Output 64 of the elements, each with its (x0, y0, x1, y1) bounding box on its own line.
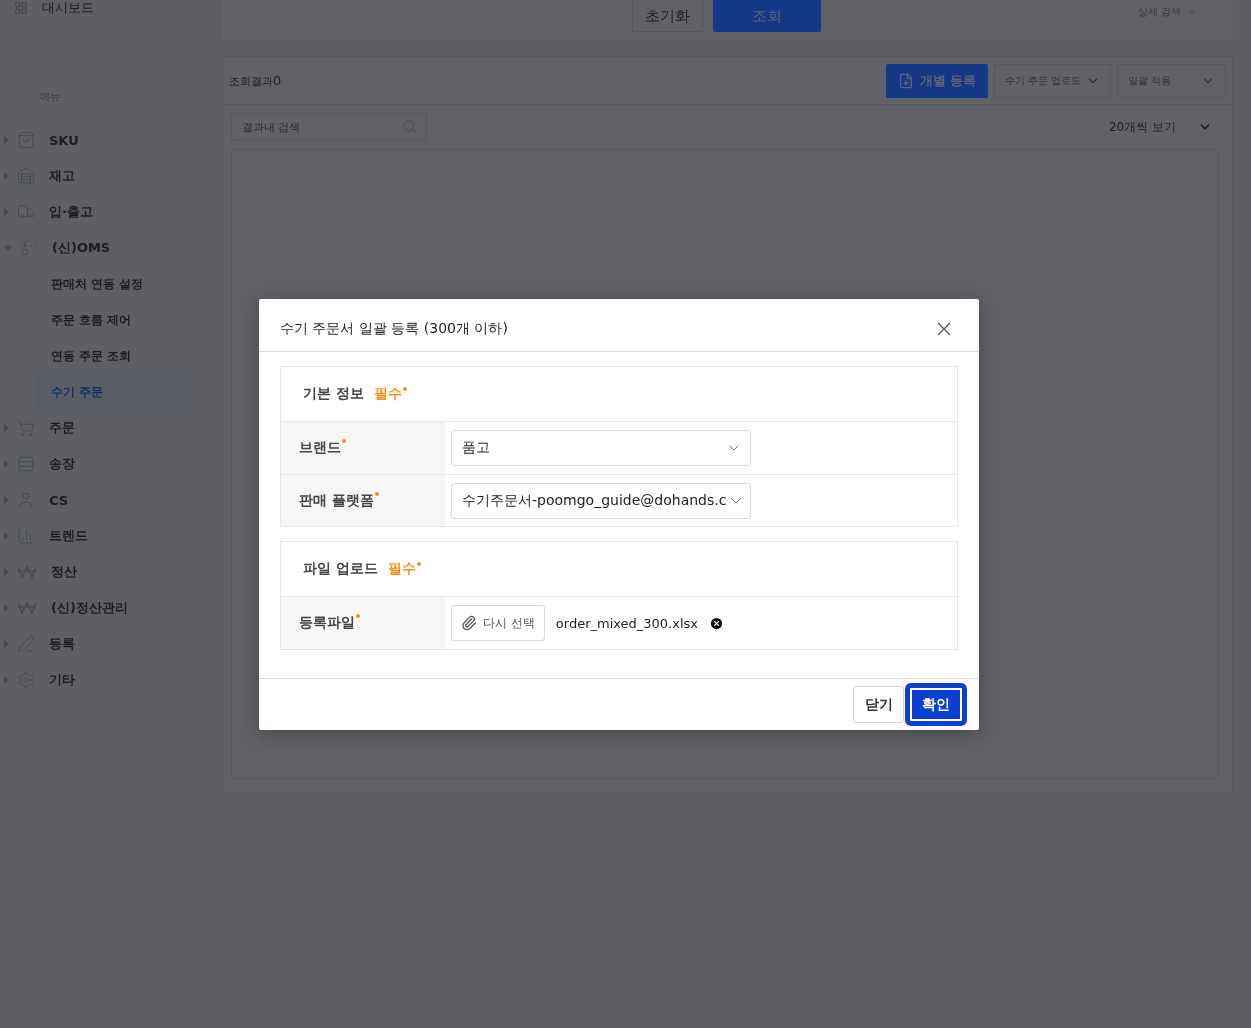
swap-icon (20, 239, 38, 257)
caret-icon (4, 568, 9, 576)
field-label: 등록파일 (299, 614, 355, 632)
sidebar-item[interactable]: (신)OMS (0, 230, 222, 266)
settings-icon (17, 671, 35, 689)
submenu-item[interactable]: 수기 주문 (36, 376, 190, 408)
caret-icon (4, 460, 9, 468)
caret-icon (4, 676, 9, 684)
submenu-item[interactable]: 주문 흐름 제어 (36, 304, 190, 336)
paperclip-icon (461, 615, 477, 631)
caret-icon (4, 496, 9, 504)
caret-icon (4, 604, 9, 612)
select-field[interactable]: 품고 (451, 430, 751, 466)
required-dot (402, 387, 407, 391)
field-label: 판매 플랫폼 (299, 491, 374, 510)
caret-icon (4, 245, 12, 251)
sidebar-item[interactable]: CS (0, 482, 222, 518)
cart-icon (17, 419, 35, 437)
required-dot (416, 562, 421, 566)
search-button[interactable]: 조회 (713, 0, 821, 32)
truck-icon (17, 203, 35, 221)
bag-icon (17, 131, 35, 149)
caret-icon (4, 208, 9, 216)
close-dialog-button[interactable]: 닫기 (853, 686, 904, 723)
section-title: 기본 정보 (303, 385, 364, 403)
sidebar-item[interactable]: 정산 (0, 554, 222, 590)
file-plus-icon (897, 72, 914, 89)
reset-button[interactable]: 초기화 (632, 0, 703, 32)
chevron-down-icon (1187, 7, 1197, 17)
page-size-dropdown[interactable]: 20개씩 보기 (1102, 117, 1218, 137)
caret-icon (4, 136, 9, 144)
sidebar-item[interactable]: 송장 (0, 446, 222, 482)
sidebar-item[interactable]: 등록 (0, 626, 222, 662)
caret-icon (4, 172, 9, 180)
caret-icon (4, 532, 9, 540)
sidebar-item[interactable]: 재고 (0, 158, 222, 194)
choose-file-button[interactable]: 다시 선택 (451, 605, 545, 641)
list-icon (17, 455, 35, 473)
field-label: 브랜드 (299, 439, 341, 457)
select-field[interactable]: 수기주문서-poomgo_guide@dohands.c (451, 482, 751, 519)
remove-icon[interactable] (709, 615, 725, 631)
sidebar-item[interactable]: 입·출고 (0, 194, 222, 230)
confirm-button[interactable]: 확인 (908, 686, 964, 723)
dialog-title: 수기 주문서 일괄 등록 (300개 이하) (280, 320, 508, 338)
result-count: 조회결과0 (229, 72, 282, 89)
sidebar-item[interactable]: SKU (0, 122, 222, 158)
caret-icon (4, 424, 9, 432)
sidebar-item[interactable]: 기타 (0, 662, 222, 698)
file-name: order_mixed_300.xlsx (555, 615, 699, 631)
sidebar-item[interactable]: 대시보드 (0, 0, 222, 16)
warehouse-icon (17, 167, 35, 185)
submenu-item[interactable]: 연동 주문 조회 (36, 340, 190, 372)
register-button[interactable]: 개별 등록 (886, 63, 988, 98)
sidebar-item[interactable]: 주문 (0, 410, 222, 446)
required-tag: 필수 (387, 560, 416, 578)
required-tag: 필수 (373, 385, 402, 403)
section-title: 파일 업로드 (303, 560, 378, 578)
caret-icon (4, 640, 9, 648)
won-icon (17, 565, 37, 579)
sidebar-item[interactable]: (신)정산관리 (0, 590, 222, 626)
submenu-item[interactable]: 판매처 연동 설정 (36, 268, 190, 300)
dashboard-icon (14, 1, 28, 15)
won-icon (17, 601, 37, 615)
sidebar-item[interactable]: 트렌드 (0, 518, 222, 554)
